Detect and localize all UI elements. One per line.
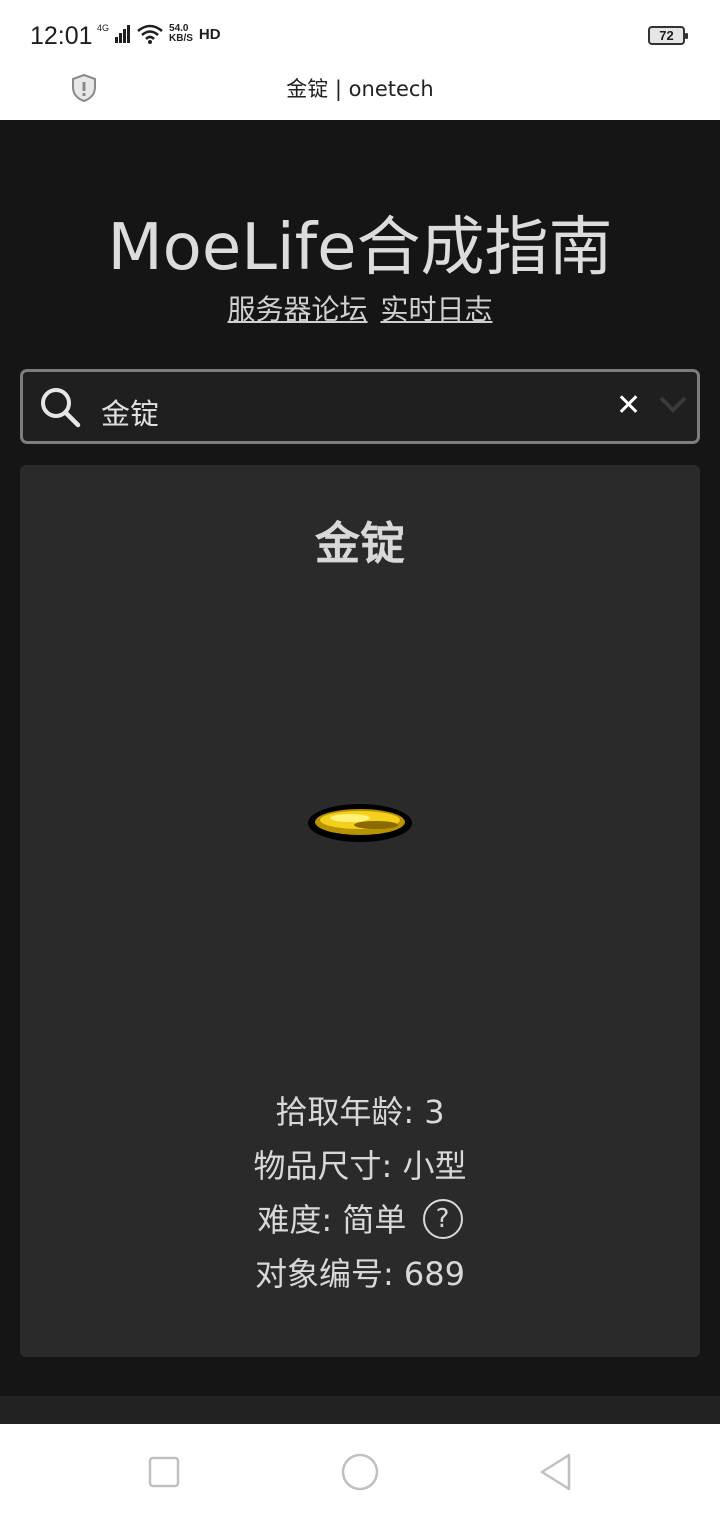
- home-icon[interactable]: [340, 1452, 380, 1492]
- browser-url-bar: 金锭 | onetech: [0, 62, 720, 120]
- page-url-title[interactable]: 金锭 | onetech: [0, 73, 720, 103]
- search-icon: [41, 388, 81, 428]
- page-content: MoeLife合成指南 服务器论坛 实时日志 金锭 ✕ 金锭 拾取年龄: 3 物…: [0, 120, 720, 1396]
- item-card: 金锭 拾取年龄: 3 物品尺寸: 小型 难度: 简单 ? 对象编号: 689: [20, 465, 700, 1357]
- close-icon[interactable]: ✕: [616, 388, 641, 423]
- item-name: 金锭: [314, 517, 405, 570]
- header-links: 服务器论坛 实时日志: [0, 288, 720, 328]
- difficulty: 难度: 简单: [257, 1201, 407, 1239]
- object-id: 对象编号: 689: [254, 1255, 466, 1293]
- hd-indicator: HD: [198, 25, 221, 43]
- forum-link[interactable]: 服务器论坛: [228, 293, 368, 326]
- recents-icon[interactable]: [146, 1452, 182, 1492]
- status-time: 12:01: [30, 22, 93, 50]
- gold-ingot-image: [308, 804, 412, 842]
- live-log-link[interactable]: 实时日志: [380, 293, 492, 326]
- help-icon[interactable]: ?: [422, 1199, 463, 1239]
- battery-indicator: 72: [648, 26, 688, 45]
- search-value: 金锭: [101, 397, 160, 431]
- page-footer-strip: [0, 1396, 720, 1424]
- status-icons: 4G 54.0 KB/S HD: [97, 22, 221, 44]
- network-type: 4G: [97, 22, 110, 33]
- pickup-age: 拾取年龄: 3: [275, 1093, 445, 1131]
- network-speed: 54.0 KB/S: [169, 24, 193, 44]
- navigation-bar: [0, 1424, 720, 1520]
- search-input[interactable]: 金锭 ✕: [20, 369, 700, 444]
- status-bar: 12:01 4G 54.0 KB/S HD 72: [0, 0, 720, 62]
- chevron-down-icon[interactable]: [658, 394, 688, 414]
- item-info: 拾取年龄: 3 物品尺寸: 小型 难度: 简单 ? 对象编号: 689: [20, 1085, 700, 1301]
- speed-unit: KB/S: [169, 33, 193, 44]
- item-size: 物品尺寸: 小型: [253, 1147, 467, 1185]
- difficulty-line: 难度: 简单 ?: [20, 1193, 700, 1247]
- signal-icon: [115, 25, 131, 43]
- wifi-icon: [137, 24, 163, 44]
- back-icon[interactable]: [537, 1452, 575, 1492]
- site-title: MoeLife合成指南: [107, 211, 613, 285]
